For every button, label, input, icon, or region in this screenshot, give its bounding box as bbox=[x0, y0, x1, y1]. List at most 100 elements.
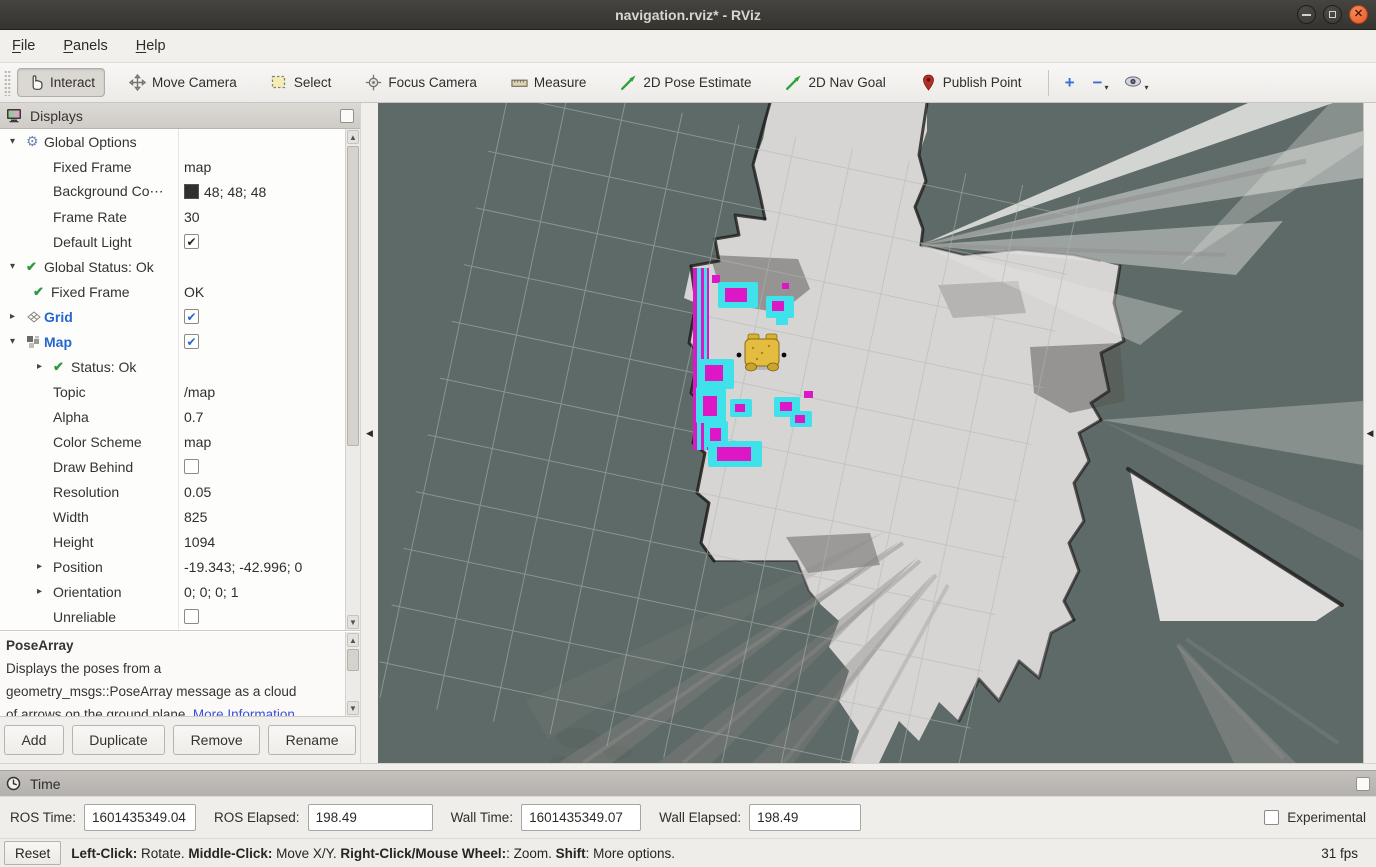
right-panel-collapsed-strip[interactable]: ◀ bbox=[1363, 103, 1376, 763]
property-row-resolution[interactable]: Resolution0.05 bbox=[0, 479, 345, 504]
property-value-cell[interactable]: /map bbox=[178, 379, 345, 404]
property-checkbox[interactable]: ✔ bbox=[184, 334, 199, 349]
property-value-cell[interactable]: 0.7 bbox=[178, 404, 345, 429]
property-value-cell[interactable]: ✔ bbox=[178, 304, 345, 329]
property-row-background-co-[interactable]: Background Co⋯48; 48; 48 bbox=[0, 179, 345, 204]
scroll-down-icon[interactable]: ▼ bbox=[347, 615, 359, 629]
property-value-cell[interactable]: ✔ bbox=[178, 229, 345, 254]
property-row-global-status-ok[interactable]: ▾✔Global Status: Ok bbox=[0, 254, 345, 279]
tool-2d-nav-goal[interactable]: 2D Nav Goal bbox=[775, 68, 895, 97]
remove-button[interactable]: Remove bbox=[173, 725, 260, 755]
remove-tool-button[interactable]: −▾ bbox=[1089, 72, 1111, 93]
property-value-cell[interactable]: 0; 0; 0; 1 bbox=[178, 579, 345, 604]
property-row-map[interactable]: ▾Map✔ bbox=[0, 329, 345, 354]
menu-help[interactable]: Help bbox=[136, 38, 166, 54]
panel-float-button[interactable] bbox=[1356, 777, 1370, 791]
expand-arrow-icon[interactable]: ▾ bbox=[6, 336, 26, 347]
experimental-checkbox[interactable] bbox=[1264, 810, 1279, 825]
property-value-cell[interactable]: ✔ bbox=[178, 329, 345, 354]
minimize-button[interactable] bbox=[1297, 5, 1316, 24]
property-row-unreliable[interactable]: Unreliable bbox=[0, 604, 345, 629]
property-value-cell[interactable]: 48; 48; 48 bbox=[178, 179, 345, 204]
time-field-input[interactable]: 1601435349.04 bbox=[84, 804, 196, 831]
displays-panel-header[interactable]: Displays bbox=[0, 103, 360, 129]
tool-2d-pose-estimate[interactable]: 2D Pose Estimate bbox=[610, 68, 761, 97]
collapse-arrow-icon[interactable]: ▸ bbox=[33, 561, 53, 572]
property-row-color-scheme[interactable]: Color Schememap bbox=[0, 429, 345, 454]
viewport-bottom-splitter[interactable] bbox=[0, 763, 1376, 770]
tool-move-camera[interactable]: Move Camera bbox=[119, 68, 247, 97]
title-bar[interactable]: navigation.rviz* - RViz ✕ bbox=[0, 0, 1376, 30]
property-value-cell[interactable] bbox=[178, 129, 345, 154]
property-value-cell[interactable]: 30 bbox=[178, 204, 345, 229]
more-information-link[interactable]: More Information. bbox=[193, 707, 299, 716]
color-swatch[interactable] bbox=[184, 184, 199, 199]
tool-interact[interactable]: Interact bbox=[17, 68, 105, 97]
add-tool-button[interactable]: + bbox=[1061, 72, 1079, 93]
collapse-arrow-icon[interactable]: ▸ bbox=[6, 311, 26, 322]
property-row-fixed-frame[interactable]: ✔Fixed FrameOK bbox=[0, 279, 345, 304]
property-row-width[interactable]: Width825 bbox=[0, 504, 345, 529]
toolbar-drag-handle[interactable] bbox=[4, 70, 11, 96]
time-field-input[interactable]: 198.49 bbox=[749, 804, 861, 831]
property-checkbox[interactable] bbox=[184, 459, 199, 474]
property-value-cell[interactable] bbox=[178, 254, 345, 279]
3d-viewport[interactable] bbox=[378, 103, 1363, 763]
property-checkbox[interactable]: ✔ bbox=[184, 309, 199, 324]
property-row-global-options[interactable]: ▾⚙Global Options bbox=[0, 129, 345, 154]
expand-arrow-icon[interactable]: ▾ bbox=[6, 136, 26, 147]
property-value-cell[interactable] bbox=[178, 354, 345, 379]
property-row-frame-rate[interactable]: Frame Rate30 bbox=[0, 204, 345, 229]
property-row-draw-behind[interactable]: Draw Behind bbox=[0, 454, 345, 479]
tool-select[interactable]: Select bbox=[261, 68, 342, 97]
duplicate-button[interactable]: Duplicate bbox=[72, 725, 165, 755]
property-row-orientation[interactable]: ▸Orientation0; 0; 0; 1 bbox=[0, 579, 345, 604]
tool-measure[interactable]: Measure bbox=[501, 68, 597, 97]
scroll-up-icon[interactable]: ▲ bbox=[347, 633, 359, 647]
property-value-cell[interactable]: map bbox=[178, 429, 345, 454]
chevron-down-icon[interactable]: ▾ bbox=[1104, 83, 1108, 92]
tool-visibility-button[interactable]: ▾ bbox=[1120, 72, 1150, 93]
chevron-down-icon[interactable]: ▾ bbox=[1144, 83, 1148, 92]
time-panel-header[interactable]: Time bbox=[0, 770, 1376, 796]
tree-scrollbar[interactable]: ▲ ▼ bbox=[345, 129, 360, 630]
time-field-input[interactable]: 198.49 bbox=[308, 804, 433, 831]
rename-button[interactable]: Rename bbox=[268, 725, 356, 755]
property-row-alpha[interactable]: Alpha0.7 bbox=[0, 404, 345, 429]
scroll-up-icon[interactable]: ▲ bbox=[347, 130, 359, 144]
time-field-input[interactable]: 1601435349.07 bbox=[521, 804, 641, 831]
add-button[interactable]: Add bbox=[4, 725, 64, 755]
property-row-fixed-frame[interactable]: Fixed Framemap bbox=[0, 154, 345, 179]
property-value-cell[interactable] bbox=[178, 604, 345, 629]
property-checkbox[interactable] bbox=[184, 609, 199, 624]
expand-arrow-icon[interactable]: ▾ bbox=[6, 261, 26, 272]
description-scrollbar[interactable]: ▲ ▼ bbox=[345, 632, 360, 716]
panel-splitter[interactable]: ◀ bbox=[361, 103, 378, 763]
tool-focus-camera[interactable]: Focus Camera bbox=[355, 68, 487, 97]
menu-panels[interactable]: Panels bbox=[63, 38, 107, 54]
property-row-position[interactable]: ▸Position-19.343; -42.996; 0 bbox=[0, 554, 345, 579]
tool-publish-point[interactable]: Publish Point bbox=[910, 68, 1032, 97]
maximize-button[interactable] bbox=[1323, 5, 1342, 24]
panel-float-button[interactable] bbox=[340, 109, 354, 123]
menu-file[interactable]: File bbox=[12, 38, 35, 54]
collapse-arrow-icon[interactable]: ▸ bbox=[33, 586, 53, 597]
scroll-down-icon[interactable]: ▼ bbox=[347, 701, 359, 715]
property-row-status-ok[interactable]: ▸✔Status: Ok bbox=[0, 354, 345, 379]
property-row-height[interactable]: Height1094 bbox=[0, 529, 345, 554]
property-value-cell[interactable]: OK bbox=[178, 279, 345, 304]
property-value-cell[interactable]: 825 bbox=[178, 504, 345, 529]
property-checkbox[interactable]: ✔ bbox=[184, 234, 199, 249]
property-value-cell[interactable]: -19.343; -42.996; 0 bbox=[178, 554, 345, 579]
property-row-topic[interactable]: Topic/map bbox=[0, 379, 345, 404]
property-row-grid[interactable]: ▸Grid✔ bbox=[0, 304, 345, 329]
description-scrollbar-thumb[interactable] bbox=[347, 649, 359, 671]
reset-button[interactable]: Reset bbox=[4, 841, 61, 865]
property-row-default-light[interactable]: Default Light✔ bbox=[0, 229, 345, 254]
property-value-cell[interactable]: 1094 bbox=[178, 529, 345, 554]
close-button[interactable]: ✕ bbox=[1349, 5, 1368, 24]
collapse-arrow-icon[interactable]: ▸ bbox=[33, 361, 53, 372]
property-value-cell[interactable]: map bbox=[178, 154, 345, 179]
tree-scrollbar-thumb[interactable] bbox=[347, 146, 359, 446]
3d-viewport-canvas[interactable] bbox=[378, 103, 1363, 763]
